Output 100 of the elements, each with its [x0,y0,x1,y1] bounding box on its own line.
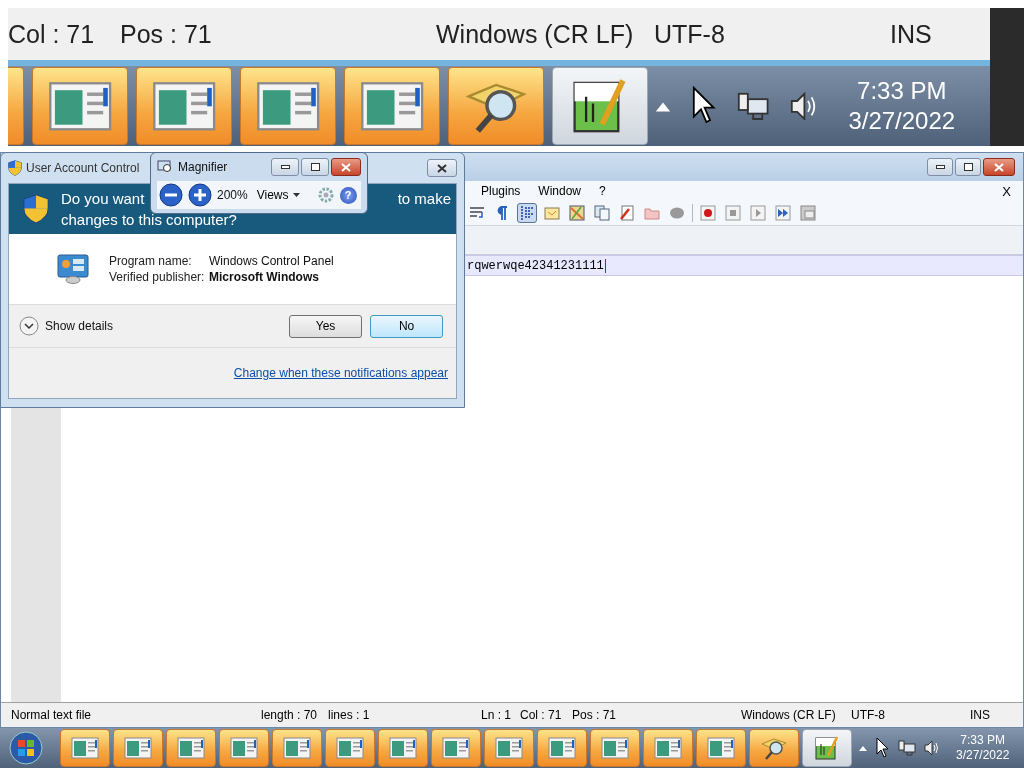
map-icon [569,205,585,221]
status-text: UTF-8 [851,708,886,722]
note-icon [544,205,560,221]
window-icon [177,737,205,759]
window-icon [283,737,311,759]
status-text: Windows (CR LF) [741,708,837,722]
dialog-heading: to make [397,189,451,209]
toolbar-button[interactable] [617,203,637,223]
field-label: Verified publisher: [109,270,206,284]
clock-time: 7:33 PM [857,76,947,106]
window-icon [359,80,425,132]
toolbar-button[interactable] [748,203,768,223]
window-icon [255,80,321,132]
window-icon [124,737,152,759]
window-icon [442,737,470,759]
clock-time: 7:33 PM [960,733,1006,748]
shield-icon [8,159,22,177]
start-button[interactable] [6,730,46,766]
minimize-icon [935,165,945,169]
window-icon [495,737,523,759]
toolbar-button[interactable] [592,203,612,223]
maximize-button[interactable] [955,158,981,176]
minimize-icon [280,165,290,169]
status-text: Ln : 1 [481,708,513,722]
panel-icon [800,205,816,221]
taskbar-button[interactable] [552,67,648,145]
zoom-out-button[interactable] [159,183,183,207]
notifications-link[interactable]: Change when these notifications appear [233,366,448,380]
speaker-icon[interactable] [924,740,940,756]
cursor-icon [692,86,718,126]
magnifying-glass-icon [760,736,788,760]
window-icon [151,80,217,132]
taskbar-button[interactable] [448,67,544,145]
status-text: INS [970,708,991,722]
toolbar-button[interactable] [798,203,818,223]
field-value: Windows Control Panel [209,254,334,268]
minimize-button[interactable] [271,158,299,176]
minimize-button[interactable] [927,158,953,176]
control-panel-icon [57,254,91,284]
indent-guide-icon [519,205,535,221]
play-icon [750,205,766,221]
network-icon[interactable] [737,91,770,121]
status-text: UTF-8 [654,19,726,49]
window-icon [389,737,417,759]
close-button[interactable] [427,159,457,177]
field-value: Microsoft Windows [209,270,320,284]
window-icon [601,737,629,759]
toolbar-button[interactable] [773,203,793,223]
dialog-heading: changes to this computer? [61,210,238,230]
document-pen-icon [619,205,635,221]
show-details-button[interactable]: Show details [19,316,114,336]
menu-item[interactable]: ? [599,184,606,198]
status-text: length : 70 [261,708,319,722]
folder-icon [644,205,660,221]
status-text: Normal text file [11,708,93,722]
field-label: Program name: [109,254,193,268]
status-text: INS [890,19,933,49]
zoom-in-button[interactable] [188,183,212,207]
record-icon [700,205,716,221]
window-icon [230,737,258,759]
stop-icon [725,205,741,221]
wrap-lines-icon [469,205,485,221]
close-icon [437,163,447,173]
views-dropdown[interactable]: Views [252,188,304,202]
toolbar-button[interactable] [517,203,537,223]
magnifier-icon [157,160,173,174]
status-text: Pos : 71 [572,708,618,722]
menu-item[interactable]: Window [538,184,582,198]
window-title: Magnifier [178,160,228,174]
toolbar-button[interactable] [567,203,587,223]
maximize-icon [310,163,320,171]
close-tab-button[interactable]: X [1002,183,1011,199]
status-text: Pos : 71 [120,19,213,49]
window-icon [654,737,682,759]
notepad-pencil-icon [814,735,840,761]
maximize-button[interactable] [301,158,329,176]
settings-icon[interactable] [316,186,335,204]
toolbar-button[interactable] [723,203,743,223]
fast-forward-icon [775,205,791,221]
clock-date: 3/27/2022 [956,748,1010,763]
status-text: Col : 71 [520,708,563,722]
documents-icon [594,205,610,221]
taskbar-button[interactable] [802,729,852,767]
maximize-icon [963,163,973,171]
close-icon [994,162,1004,172]
window-icon [71,737,99,759]
cursor-icon [876,737,890,759]
window-title: User Account Control [26,161,140,175]
network-icon[interactable] [898,740,916,756]
dialog-button[interactable]: Yes [289,314,363,338]
toolbar-button[interactable] [698,203,718,223]
clock-date: 3/27/2022 [848,106,956,136]
dialog-button[interactable]: No [370,314,444,338]
status-text: Windows (CR LF) [436,19,635,49]
chevron-down-icon [19,316,39,336]
up-arrow-icon[interactable] [858,744,868,752]
window-icon [548,737,576,759]
close-button[interactable] [983,158,1015,176]
close-button[interactable] [331,158,361,176]
menu-item[interactable]: Plugins [481,184,521,198]
